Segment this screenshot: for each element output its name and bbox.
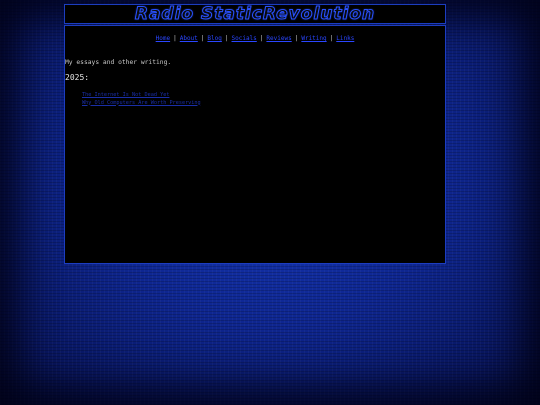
main-panel: Home | About | Blog | Socials | Reviews | Writing |…	[64, 25, 446, 264]
nav-link-writing[interactable]: Writing	[301, 35, 326, 42]
nav-link-about[interactable]: About	[180, 35, 198, 42]
nav-link-blog[interactable]: Blog	[207, 35, 221, 42]
site-banner: Radio StaticRevolution	[64, 4, 446, 25]
page-intro: My essays and other writing.	[65, 59, 172, 66]
essay-link[interactable]: The Internet Is Not Dead Yet	[82, 92, 169, 98]
nav-link-links[interactable]: Links	[336, 35, 354, 42]
nav-separator: |	[294, 35, 299, 42]
site-title: Radio StaticRevolution	[134, 4, 376, 25]
nav-link-socials[interactable]: Socials	[232, 35, 257, 42]
nav-separator: |	[173, 35, 177, 42]
essay-list: The Internet Is Not Dead Yet Why Old Com…	[82, 92, 201, 107]
nav-link-home[interactable]: Home	[156, 35, 170, 42]
nav-separator: |	[259, 35, 264, 42]
essay-link[interactable]: Why Old Computers Are Worth Preserving	[82, 100, 201, 106]
nav-separator: |	[200, 35, 205, 42]
nav-separator: |	[329, 35, 334, 42]
list-item: Why Old Computers Are Worth Preserving	[82, 100, 201, 108]
year-heading: 2025:	[65, 73, 90, 82]
nav-bar: Home | About | Blog | Socials | Reviews | Writing |…	[65, 35, 445, 42]
nav-link-reviews[interactable]: Reviews	[266, 35, 291, 42]
list-item: The Internet Is Not Dead Yet	[82, 92, 201, 100]
nav-separator: |	[224, 35, 229, 42]
